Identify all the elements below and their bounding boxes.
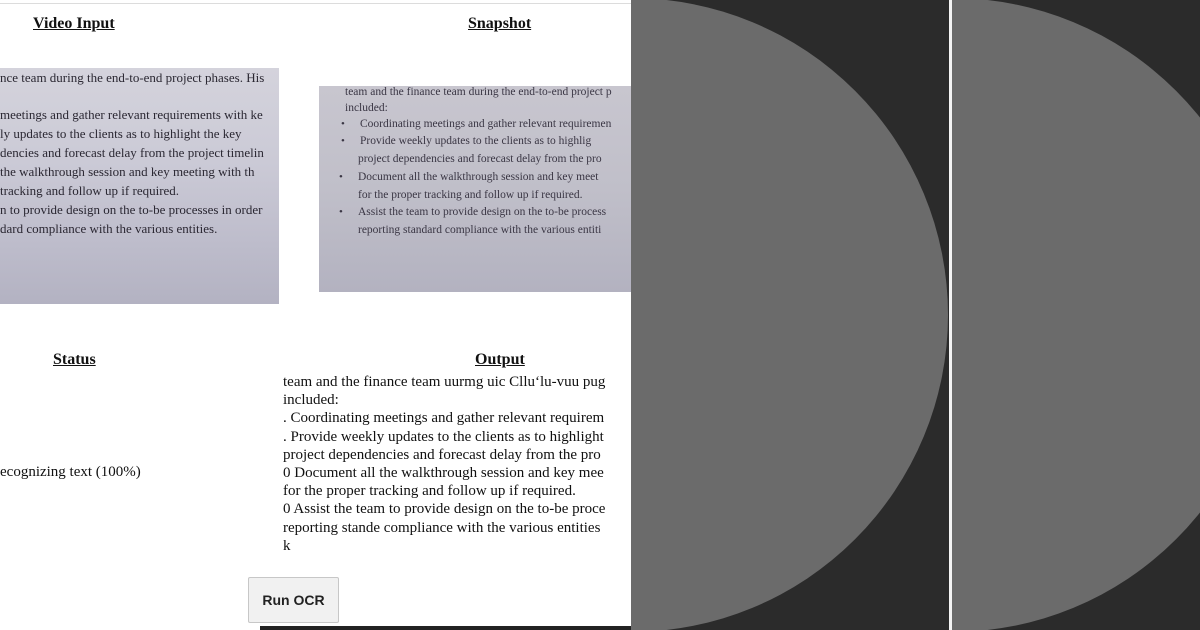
bottom-strip — [260, 626, 631, 630]
video-input-feed: nce team during the end-to-end project p… — [0, 68, 279, 304]
video-feed-line: the walkthrough session and key meeting … — [0, 164, 255, 179]
video-feed-line: ly updates to the clients as to highligh… — [0, 126, 242, 141]
status-heading: Status — [53, 351, 96, 368]
snapshot-line: project dependencies and forecast delay … — [358, 153, 602, 165]
half-circle-shape — [631, 0, 948, 630]
ocr-output: team and the finance team uurmg uic Cllu… — [283, 373, 631, 555]
video-feed-line: tracking and follow up if required. — [0, 183, 180, 198]
snapshot-line: for the proper tracking and follow up if… — [358, 189, 583, 201]
decorative-panel-left — [631, 0, 949, 630]
output-line: team and the finance team uurmg uic Cllu… — [283, 374, 606, 390]
output-line: reporting stande compliance with the var… — [283, 519, 601, 536]
video-feed-line: dencies and forecast delay from the proj… — [0, 145, 264, 160]
status-text: ecognizing text (100%) — [0, 464, 141, 480]
output-line: 0 Assist the team to provide design on t… — [283, 501, 606, 518]
snapshot-line: reporting standard compliance with the v… — [358, 224, 602, 236]
snapshot-heading: Snapshot — [468, 15, 532, 32]
video-input-heading: Video Input — [33, 15, 115, 32]
half-circle-shape — [952, 0, 1200, 630]
output-line: 0 Document all the walkthrough session a… — [283, 465, 604, 482]
snapshot-line: included: — [345, 102, 388, 114]
output-line: . Provide weekly updates to the clients … — [283, 428, 604, 445]
snapshot-line: Coordinating meetings and gather relevan… — [360, 118, 612, 130]
ocr-app: Video Input Snapshot nce team during the… — [0, 0, 631, 630]
snapshot-line: Document all the walkthrough session and… — [358, 171, 599, 183]
output-line: . Coordinating meetings and gather relev… — [283, 410, 605, 427]
snapshot-image: team and the finance team during the end… — [319, 86, 631, 292]
output-line: included: — [283, 392, 339, 409]
snapshot-line: team and the finance team during the end… — [345, 86, 612, 98]
output-line: for the proper tracking and follow up if… — [283, 483, 576, 500]
bullet-icon: • — [341, 135, 345, 147]
output-heading: Output — [475, 351, 525, 368]
output-line: project dependencies and forecast delay … — [283, 446, 601, 463]
video-feed-line: meetings and gather relevant requirement… — [0, 107, 263, 122]
output-line: k — [283, 537, 291, 554]
snapshot-line: Assist the team to provide design on the… — [358, 206, 607, 218]
run-ocr-button[interactable]: Run OCR — [248, 577, 339, 623]
bullet-icon: • — [341, 118, 345, 130]
video-feed-line: n to provide design on the to-be process… — [0, 202, 263, 217]
bullet-icon: • — [339, 206, 343, 218]
snapshot-line: Provide weekly updates to the clients as… — [360, 135, 592, 147]
decorative-panel-right — [952, 0, 1200, 630]
top-divider — [0, 3, 631, 4]
video-feed-line: dard compliance with the various entitie… — [0, 221, 218, 236]
bullet-icon: • — [339, 171, 343, 183]
video-feed-line: nce team during the end-to-end project p… — [0, 70, 265, 85]
